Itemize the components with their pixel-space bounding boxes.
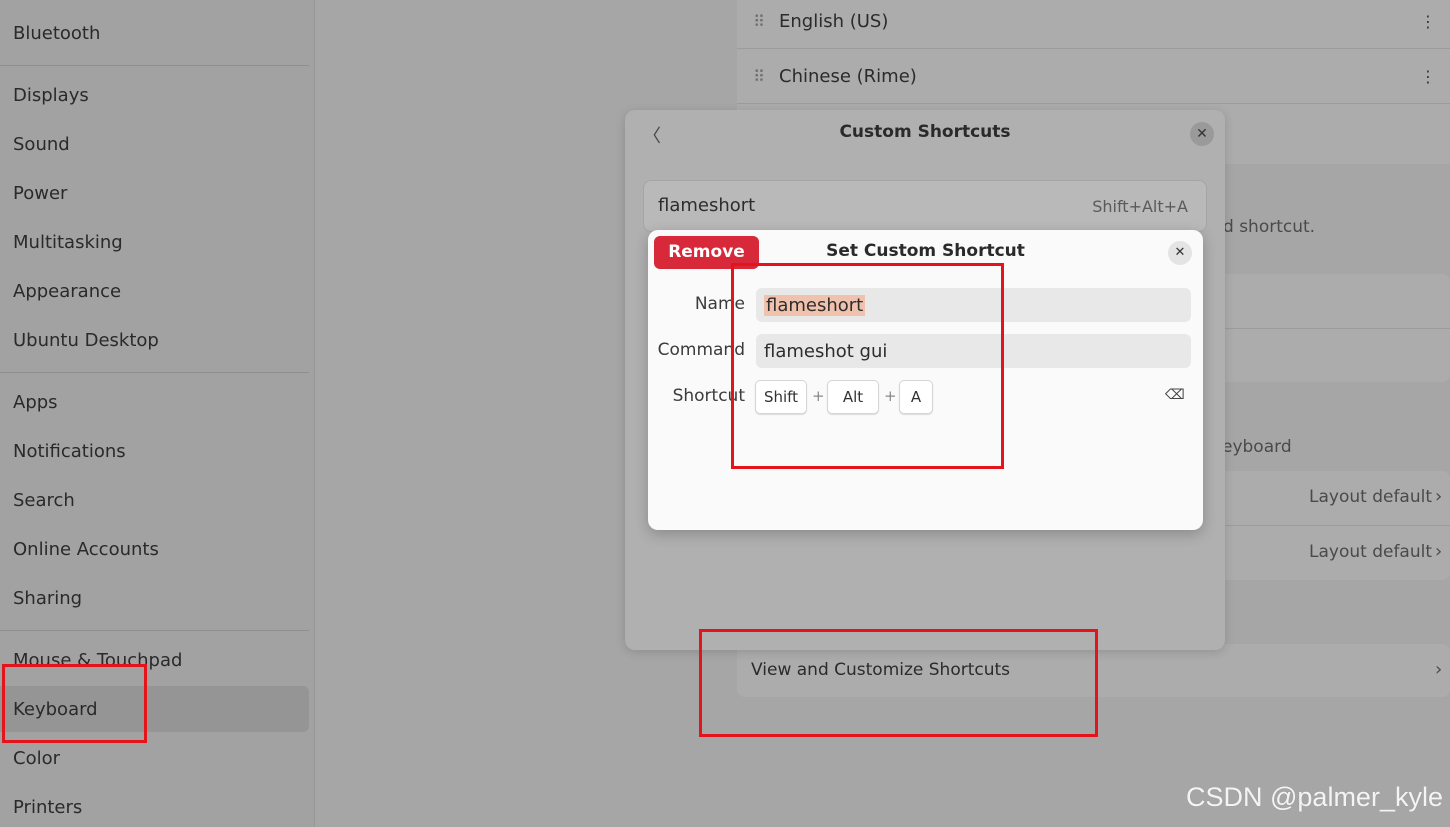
sidebar-item-label: Power — [13, 182, 68, 204]
sidebar-item-label: Apps — [13, 391, 58, 413]
sidebar-item-label: Search — [13, 489, 75, 511]
dialog-title: Custom Shortcuts — [839, 122, 1011, 142]
input-source-label: English (US) — [779, 10, 889, 32]
sidebar-item-multitasking[interactable]: Multitasking — [0, 219, 309, 265]
sidebar-item-label: Printers — [13, 796, 83, 818]
row-divider — [737, 103, 1450, 104]
sidebar-item-sharing[interactable]: Sharing — [0, 575, 309, 621]
shortcut-entry-accel: Shift+Alt+A — [1092, 197, 1188, 216]
sidebar-item-notifications[interactable]: Notifications — [0, 428, 309, 474]
drag-handle-icon[interactable]: ⠿ — [737, 12, 779, 31]
sidebar-item-label: Notifications — [13, 440, 126, 462]
sidebar-divider — [0, 65, 309, 66]
sidebar-item-power[interactable]: Power — [0, 170, 309, 216]
shortcut-description-text: d shortcut. — [1223, 217, 1316, 237]
sidebar-divider — [0, 630, 309, 631]
sidebar-item-label: Sharing — [13, 587, 83, 609]
sidebar-divider — [0, 372, 309, 373]
kebab-menu-icon[interactable]: ⋮ — [1420, 67, 1436, 86]
sidebar-item-printers[interactable]: Printers — [0, 784, 309, 827]
sidebar-item-displays[interactable]: Displays — [0, 72, 309, 118]
input-source-row[interactable]: ⠿ English (US) ⋮ — [737, 0, 1450, 48]
sidebar-item-label: Ubuntu Desktop — [13, 329, 159, 351]
sidebar-item-label: Sound — [13, 133, 70, 155]
dialog-title: Set Custom Shortcut — [826, 241, 1025, 261]
custom-shortcut-entry[interactable]: flameshort Shift+Alt+A — [643, 180, 1207, 232]
annotation-box — [731, 263, 1004, 469]
watermark-text: CSDN @palmer_kyle — [1186, 782, 1443, 812]
annotation-box — [2, 664, 147, 743]
kebab-menu-icon[interactable]: ⋮ — [1420, 12, 1436, 31]
input-source-row[interactable]: ⠿ Chinese (Rime) ⋮ — [737, 49, 1450, 103]
sidebar-item-search[interactable]: Search — [0, 477, 309, 523]
sidebar-item-label: Multitasking — [13, 231, 123, 253]
sidebar-item-appearance[interactable]: Appearance — [0, 268, 309, 314]
sidebar-item-label: Color — [13, 747, 60, 769]
sidebar-item-bluetooth[interactable]: Bluetooth — [0, 10, 309, 56]
sidebar-item-label: Displays — [13, 84, 89, 106]
sidebar-item-apps[interactable]: Apps — [0, 379, 309, 425]
layout-value[interactable]: Layout default — [1309, 487, 1432, 507]
sidebar-item-sound[interactable]: Sound — [0, 121, 309, 167]
drag-handle-icon[interactable]: ⠿ — [737, 67, 779, 86]
sidebar-item-label: Appearance — [13, 280, 122, 302]
backspace-icon[interactable]: ⌫ — [1165, 387, 1185, 403]
annotation-box — [699, 629, 1098, 737]
chevron-right-icon: › — [1435, 659, 1443, 680]
close-icon[interactable]: ✕ — [1190, 122, 1214, 146]
layout-value[interactable]: Layout default — [1309, 542, 1432, 562]
keyboard-section-heading: eyboard — [1222, 437, 1292, 457]
chevron-right-icon: › — [1435, 541, 1443, 562]
sidebar-item-label: Bluetooth — [13, 22, 101, 44]
sidebar-item-online-accounts[interactable]: Online Accounts — [0, 526, 309, 572]
chevron-right-icon: › — [1435, 486, 1443, 507]
input-source-label: Chinese (Rime) — [779, 65, 917, 87]
sidebar-item-label: Online Accounts — [13, 538, 159, 560]
shortcut-entry-name: flameshort — [658, 195, 756, 216]
close-icon[interactable]: ✕ — [1168, 241, 1192, 265]
sidebar-item-ubuntu-desktop[interactable]: Ubuntu Desktop — [0, 317, 309, 363]
